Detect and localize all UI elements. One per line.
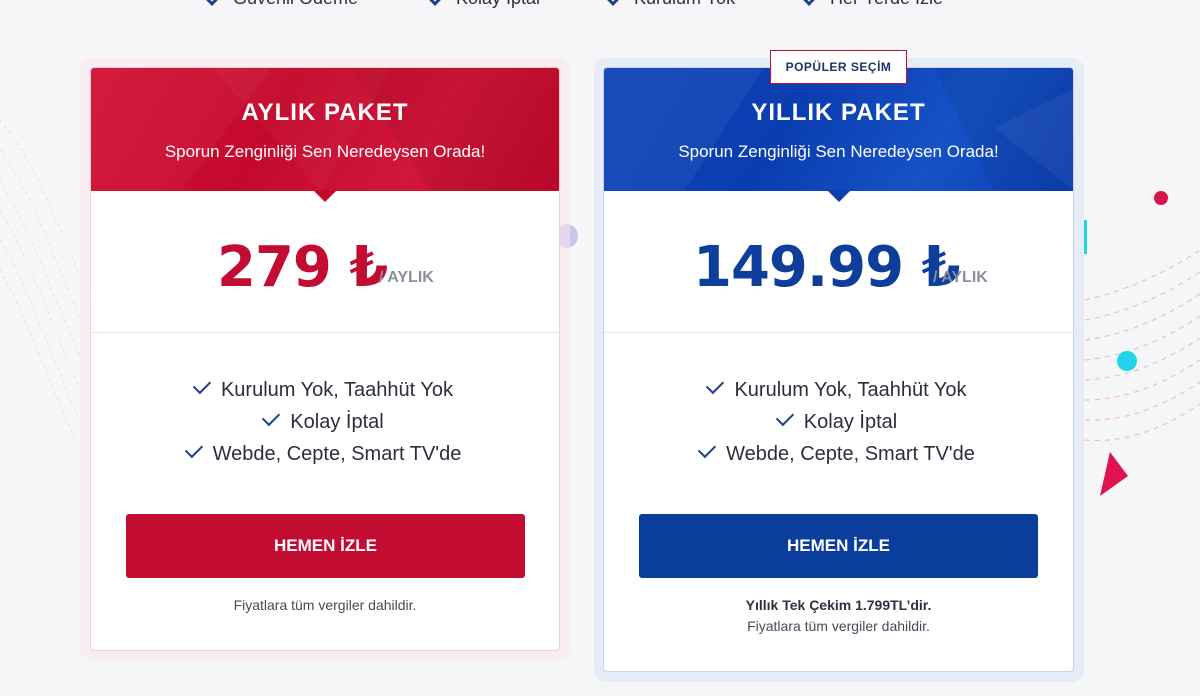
feature-item: Webde, Cepte, Smart TV'de <box>91 438 559 470</box>
yearly-charge-note: Yıllık Tek Çekim 1.799TL’dir. <box>745 597 932 613</box>
price-amount: 149.99 ₺ <box>693 235 961 300</box>
top-feature-item: Her Yerde İzle <box>799 0 943 9</box>
check-icon <box>706 375 725 395</box>
yearly-plan-header: YILLIK PAKET Sporun Zenginliği Sen Nered… <box>604 68 1073 202</box>
top-feature-item: Kolay İptal <box>425 0 540 9</box>
popular-choice-badge: POPÜLER SEÇİM <box>770 50 907 84</box>
plan-title: AYLIK PAKET <box>241 99 409 126</box>
monthly-plan-header: AYLIK PAKET Sporun Zenginliği Sen Nerede… <box>91 68 559 202</box>
price-amount: 279 ₺ <box>217 235 388 300</box>
feature-item: Webde, Cepte, Smart TV'de <box>604 438 1073 470</box>
check-icon <box>262 407 281 427</box>
top-feature-label: Güvenli Ödeme <box>233 0 358 9</box>
check-icon <box>202 0 222 6</box>
price-section: 279 ₺ / AYLIK <box>91 191 559 333</box>
plan-title: YILLIK PAKET <box>751 99 926 126</box>
feature-item: Kurulum Yok, Taahhüt Yok <box>604 374 1073 406</box>
currency-symbol: ₺ <box>921 235 961 300</box>
top-feature-label: Kolay İptal <box>456 0 540 9</box>
check-icon <box>184 439 203 459</box>
tax-note: Fiyatlara tüm vergiler dahildir. <box>747 618 930 634</box>
price-period: / AYLIK <box>933 269 988 286</box>
check-icon <box>425 0 445 6</box>
plan-subtitle: Sporun Zenginliği Sen Neredeysen Orada! <box>678 142 999 161</box>
price-section: 149.99 ₺ / AYLIK <box>604 191 1073 333</box>
yearly-plan-card: YILLIK PAKET Sporun Zenginliği Sen Nered… <box>603 67 1074 672</box>
check-icon <box>697 439 717 459</box>
price-period: / AYLIK <box>379 269 434 286</box>
monthly-plan-card: AYLIK PAKET Sporun Zenginliği Sen Nerede… <box>90 67 560 651</box>
yearly-watch-now-button[interactable]: HEMEN İZLE <box>639 514 1038 578</box>
top-feature-item: Kurulum Yok <box>603 0 735 9</box>
feature-item: Kurulum Yok, Taahhüt Yok <box>91 374 559 406</box>
plan-subtitle: Sporun Zenginliği Sen Neredeysen Orada! <box>164 142 486 161</box>
currency-symbol: ₺ <box>349 235 388 300</box>
check-icon <box>799 0 819 6</box>
top-feature-strip: Güvenli Ödeme Kolay İptal Kurulum Yok He… <box>0 0 1200 8</box>
top-feature-label: Kurulum Yok <box>634 0 735 9</box>
check-icon <box>192 375 212 395</box>
feature-item: Kolay İptal <box>91 406 559 438</box>
header-facet-pattern <box>91 68 559 191</box>
monthly-watch-now-button[interactable]: HEMEN İZLE <box>126 514 525 578</box>
check-icon <box>603 0 623 6</box>
check-icon <box>775 407 794 427</box>
feature-list: Kurulum Yok, Taahhüt Yok Kolay İptal Web… <box>604 374 1073 470</box>
header-facet-pattern <box>604 68 1073 191</box>
feature-list: Kurulum Yok, Taahhüt Yok Kolay İptal Web… <box>91 374 559 470</box>
top-feature-item: Güvenli Ödeme <box>202 0 358 9</box>
tax-note: Fiyatlara tüm vergiler dahildir. <box>233 597 417 613</box>
feature-item: Kolay İptal <box>604 406 1073 438</box>
top-feature-label: Her Yerde İzle <box>830 0 943 9</box>
